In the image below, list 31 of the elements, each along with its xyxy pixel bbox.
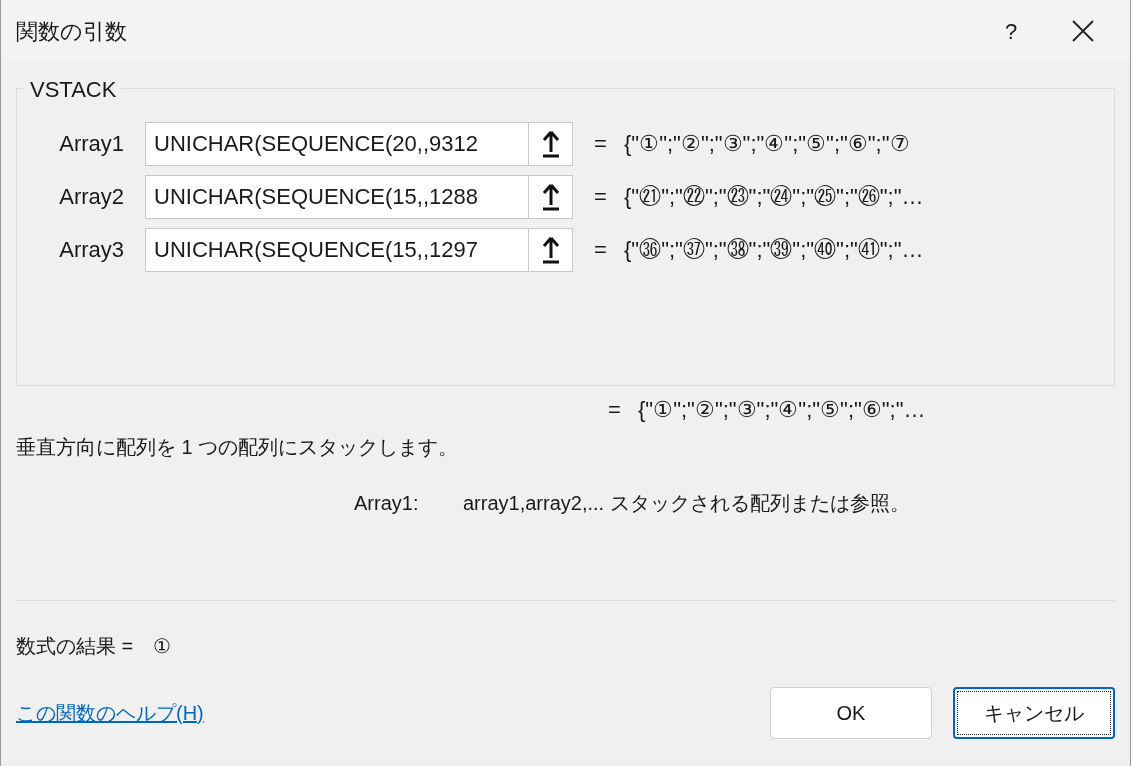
function-description: 垂直方向に配列を 1 つの配列にスタックします。 [16,435,460,460]
argument-label: Array3 [58,236,125,264]
close-icon [1072,20,1094,42]
argument-result: {"㊱";"㊲";"㊳";"㊴";"㊵";"㊶";"… [624,236,924,264]
function-result: {"①";"②";"③";"④";"⑤";"⑥";"… [638,395,926,424]
window-title: 関数の引数 [16,17,128,46]
up-arrow-icon [540,235,561,264]
argument-label: Array1 [58,130,125,158]
up-arrow-icon [540,129,561,158]
equals-sign: = [594,183,608,211]
equals-sign: = [608,395,622,424]
argument-label: Array2 [58,183,125,211]
input-field[interactable]: UNICHAR(SEQUENCE(15,,1288 [145,174,529,219]
cancel-button[interactable]: キャンセル [953,687,1115,739]
help-link[interactable]: この関数のヘルプ(H) [16,698,770,728]
argument-description: array1,array2,... スタックされる配列または参照。 [463,491,910,516]
argument-result: {"①";"②";"③";"④";"⑤";"⑥";"⑦ [624,130,910,158]
formula-result-value: ① [153,634,172,659]
equals-sign: = [594,130,608,158]
collapse-button[interactable] [529,227,573,272]
argument-name: Array1: [354,491,420,516]
collapse-button[interactable] [529,121,573,166]
ok-button[interactable]: OK [770,687,932,739]
up-arrow-icon [540,182,561,211]
input-field[interactable]: UNICHAR(SEQUENCE(15,,1297 [145,227,529,272]
input-field[interactable]: UNICHAR(SEQUENCE(20,,9312 [145,121,529,166]
formula-result-label: 数式の結果 = [16,634,134,659]
collapse-button[interactable] [529,174,573,219]
equals-sign: = [594,236,608,264]
argument-result: {"㉑";"㉒";"㉓";"㉔";"㉕";"㉖";"… [624,183,924,211]
help-button[interactable]: ? [991,11,1031,51]
